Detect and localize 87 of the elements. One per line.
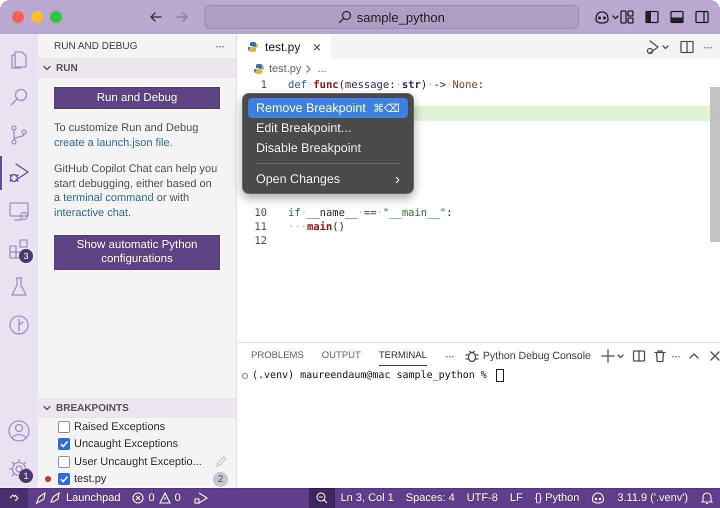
- checkbox[interactable]: [58, 473, 70, 486]
- more-button[interactable]: ···: [444, 349, 454, 363]
- terminal-prompt: (.venv) maureendaum@mac sample_python %: [252, 370, 488, 381]
- status-item[interactable]: 3.11.9 ('.venv'): [611, 492, 694, 504]
- warning-icon: [158, 492, 171, 504]
- plus-icon[interactable]: [600, 349, 625, 363]
- panel-tab[interactable]: OUTPUT: [322, 346, 361, 366]
- code-line: ···main(): [288, 220, 345, 233]
- zoom-button[interactable]: [308, 488, 335, 508]
- breadcrumb-item[interactable]: ...: [317, 62, 327, 74]
- line-number: 1: [260, 79, 267, 92]
- python-file-icon: [253, 62, 265, 74]
- count-badge: 2: [213, 472, 228, 487]
- panel-tab[interactable]: PROBLEMS: [251, 346, 304, 366]
- menu-item[interactable]: Edit Breakpoint...: [248, 118, 408, 138]
- bell-icon[interactable]: [700, 491, 714, 505]
- menu-item[interactable]: Open Changes ›: [248, 169, 408, 189]
- zoom-out-icon: [316, 492, 328, 504]
- split-terminal-icon[interactable]: [632, 349, 646, 363]
- breakpoint-label: Raised Exceptions: [74, 420, 166, 433]
- status-item[interactable]: Spaces: 4: [400, 492, 461, 504]
- checkbox[interactable]: [58, 438, 70, 450]
- terminal-cursor: [496, 369, 504, 382]
- active-indicator: [0, 156, 2, 190]
- search-field[interactable]: sample_python: [204, 5, 579, 29]
- breakpoint-label: Uncaught Exceptions: [74, 438, 179, 450]
- status-item[interactable]: {} Python: [528, 492, 586, 504]
- line-number: 11: [253, 220, 267, 233]
- editor-tab[interactable]: test.py ×: [237, 34, 331, 59]
- sidebar-toggle-icon[interactable]: [644, 9, 660, 25]
- breakpoint-label: test.py: [74, 473, 108, 486]
- remote-button[interactable]: [0, 488, 28, 508]
- code-line: def·func(message:·str)·->·None:: [288, 79, 484, 92]
- python-configurations-button[interactable]: Show automatic Python configurations: [54, 234, 220, 270]
- breadcrumb-item[interactable]: test.py: [269, 62, 302, 74]
- panel-tab[interactable]: TERMINAL: [378, 346, 427, 366]
- section-header[interactable]: RUN: [38, 58, 236, 78]
- trash-icon[interactable]: [652, 349, 667, 363]
- breakpoint-label: User Uncaught Exceptio...: [74, 456, 203, 468]
- close-icon[interactable]: [708, 349, 720, 363]
- status-circle-icon: [241, 372, 249, 380]
- copilot-icon[interactable]: [591, 491, 606, 505]
- copilot-icon[interactable]: [593, 9, 619, 25]
- check-icon: [59, 439, 69, 450]
- checkbox[interactable]: [58, 456, 70, 468]
- check-icon: [59, 474, 69, 484]
- secondary-sidebar-icon[interactable]: [694, 9, 710, 25]
- sidebar-title: RUN AND DEBUG: [54, 40, 138, 52]
- status-item[interactable]: Ln 3, Col 1: [334, 492, 400, 504]
- line-number: 10: [253, 206, 267, 219]
- python-file-icon: [247, 40, 259, 52]
- problems-button[interactable]: 0 0: [126, 492, 187, 504]
- help-text: GitHub Copilot Chat can help you start debugging, either based on a terminal command or with interactive chat.: [54, 162, 218, 221]
- link[interactable]: create a launch.json file: [54, 136, 170, 149]
- layout-icon[interactable]: [619, 9, 635, 25]
- help-text: To customize Run and Debug create a launch.json file.: [54, 121, 200, 150]
- terminal-name[interactable]: Python Debug Console: [482, 350, 591, 362]
- code-line: if·__name__·==·"__main__":: [288, 206, 452, 219]
- line-number: 12: [253, 235, 267, 248]
- chevron-icon: [305, 64, 314, 74]
- menu-item[interactable]: Disable Breakpoint: [248, 138, 408, 158]
- search-icon: [338, 10, 352, 24]
- more-button[interactable]: ···: [215, 39, 224, 53]
- count-badge: 1: [19, 469, 33, 483]
- more-button[interactable]: ···: [703, 40, 712, 54]
- section-header[interactable]: BREAKPOINTS: [38, 398, 236, 418]
- error-icon: [132, 492, 144, 504]
- run-and-debug-button[interactable]: Run and Debug: [54, 87, 220, 109]
- close-button[interactable]: ×: [312, 38, 321, 54]
- remote-icon: [8, 492, 20, 504]
- status-item[interactable]: UTF-8: [460, 492, 504, 504]
- status-item[interactable]: LF: [504, 492, 529, 504]
- link[interactable]: interactive chat: [54, 206, 128, 219]
- debug-bug-icon: [464, 349, 479, 363]
- menu-item[interactable]: Remove Breakpoint ⌘⌫: [248, 98, 408, 118]
- settings-icon[interactable]: [7, 457, 31, 481]
- checkbox[interactable]: [58, 420, 70, 433]
- run-debug-icon[interactable]: [7, 161, 31, 185]
- panel-toggle-icon[interactable]: [669, 9, 685, 25]
- split-editor-icon[interactable]: [679, 38, 695, 54]
- scrollbar[interactable]: [710, 87, 720, 242]
- link[interactable]: terminal command: [63, 192, 154, 204]
- debug-launch-icon[interactable]: [192, 491, 209, 505]
- run-debug-icon[interactable]: [645, 38, 671, 54]
- launchpad-button[interactable]: Launchpad: [28, 491, 126, 505]
- more-button[interactable]: ···: [670, 349, 680, 363]
- count-badge: 3: [19, 249, 33, 263]
